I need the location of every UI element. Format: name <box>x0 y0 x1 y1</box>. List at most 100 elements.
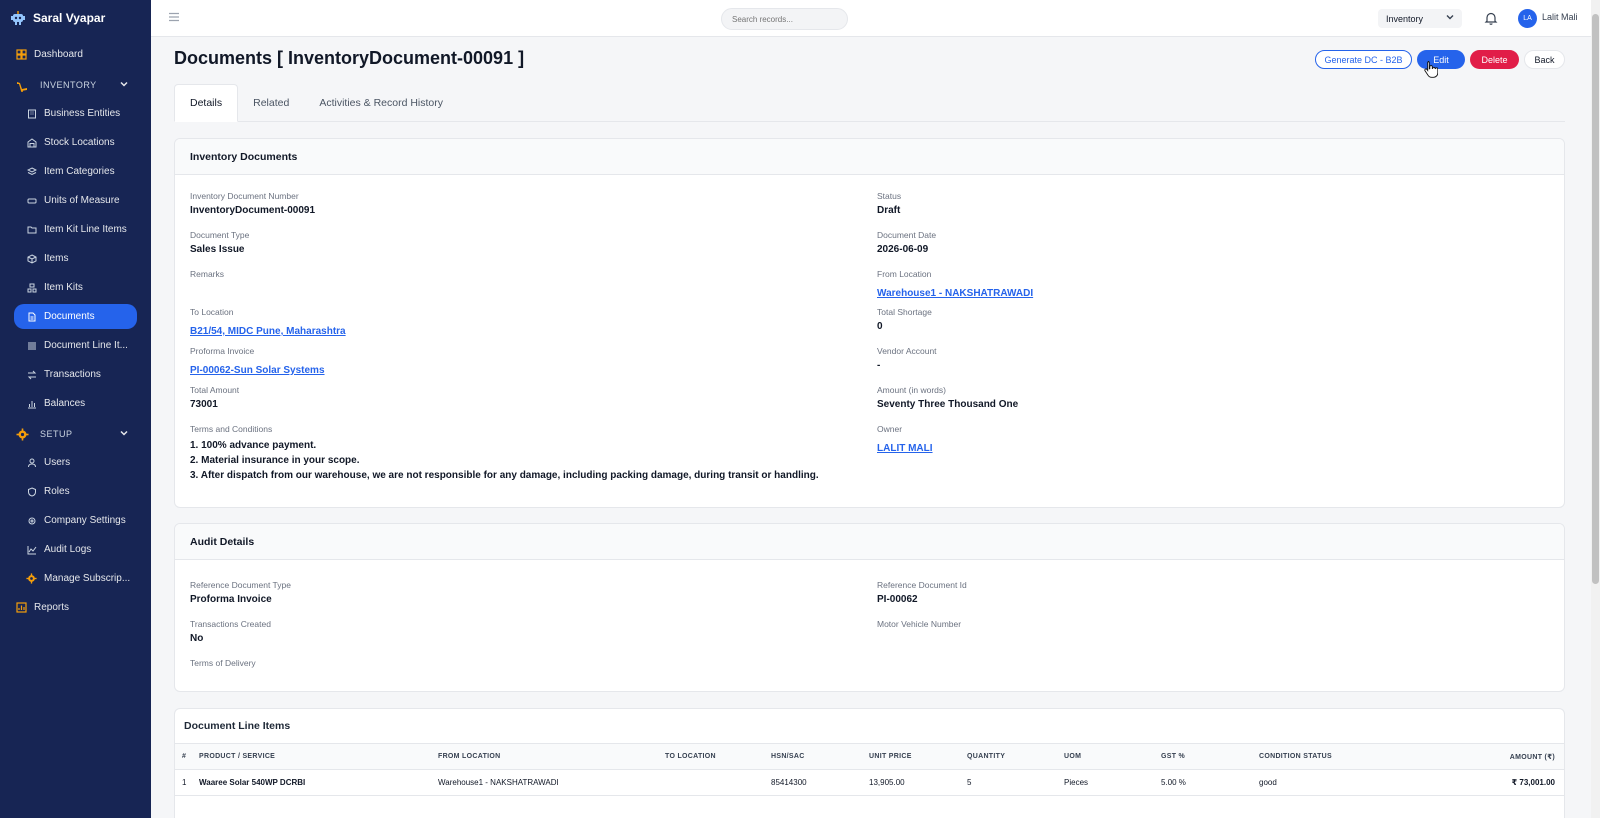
proforma-link[interactable]: PI-00062-Sun Solar Systems <box>190 365 325 376</box>
sidebar-item-stock-locations[interactable]: Stock Locations <box>14 130 137 155</box>
column-header[interactable]: QUANTITY <box>967 743 1064 770</box>
sidebar-item-manage-subscription[interactable]: Manage Subscrip... <box>14 566 137 591</box>
sidebar-item-label: Document Line It... <box>44 340 128 351</box>
tab-activities[interactable]: Activities & Record History <box>304 84 458 122</box>
field-label: Status <box>877 191 902 201</box>
field-proforma: Proforma Invoice PI-00062-Sun Solar Syst… <box>190 346 325 378</box>
field-vehicle: Motor Vehicle Number <box>877 619 961 633</box>
dashboard-icon <box>16 49 27 60</box>
field-value: Sales Issue <box>190 244 245 255</box>
field-label: Inventory Document Number <box>190 191 299 201</box>
page-scrollbar[interactable] <box>1591 0 1600 818</box>
robot-logo-icon <box>11 11 25 25</box>
column-header[interactable]: PRODUCT / SERVICE <box>199 743 438 770</box>
table-header-row: # PRODUCT / SERVICE FROM LOCATION TO LOC… <box>175 743 1564 770</box>
gear-icon <box>26 573 37 584</box>
terms-line: 3. After dispatch from our warehouse, we… <box>190 470 819 481</box>
ruler-icon <box>26 195 37 206</box>
line-items-card: Document Line Items # PRODUCT / SERVICE … <box>174 708 1565 818</box>
sidebar-section-setup[interactable]: SETUP <box>14 420 137 448</box>
sidebar-item-roles[interactable]: Roles <box>14 479 137 504</box>
hamburger-menu-icon[interactable] <box>168 11 180 23</box>
field-value: 73001 <box>190 399 218 410</box>
sidebar-item-balances[interactable]: Balances <box>14 391 137 416</box>
arrows-icon <box>26 369 37 380</box>
chevron-down-icon[interactable] <box>119 428 129 440</box>
username[interactable]: Lalit Mali <box>1542 12 1578 22</box>
tab-details[interactable]: Details <box>174 84 239 122</box>
delete-button[interactable]: Delete <box>1470 50 1519 69</box>
sidebar-item-label: Item Kit Line Items <box>44 224 127 235</box>
sidebar-item-reports[interactable]: Reports <box>14 595 137 620</box>
sidebar-item-label: Items <box>44 253 69 264</box>
column-header[interactable]: FROM LOCATION <box>438 743 665 770</box>
sidebar-item-documents[interactable]: Documents <box>14 304 137 329</box>
field-label: Total Shortage <box>877 307 932 317</box>
field-label: Reference Document Id <box>877 580 967 590</box>
sidebar-item-items[interactable]: Items <box>14 246 137 271</box>
section-label: SETUP <box>40 429 73 439</box>
sidebar-item-label: Audit Logs <box>44 544 92 555</box>
sidebar-item-label: Documents <box>44 311 95 322</box>
column-header[interactable]: AMOUNT (₹) <box>1409 743 1564 770</box>
field-doc-number: Inventory Document Number InventoryDocum… <box>190 191 315 216</box>
line-chart-icon <box>26 544 37 555</box>
column-header[interactable]: UNIT PRICE <box>869 743 967 770</box>
brand[interactable]: Saral Vyapar <box>0 0 151 36</box>
field-label: Transactions Created <box>190 619 271 629</box>
field-label: Reference Document Type <box>190 580 291 590</box>
avatar[interactable]: LA <box>1518 9 1537 28</box>
owner-link[interactable]: LALIT MALI <box>877 443 933 454</box>
inventory-icon <box>16 79 29 92</box>
sidebar-item-label: Roles <box>44 486 70 497</box>
back-button[interactable]: Back <box>1524 50 1565 69</box>
cell-num: 1 <box>175 769 199 796</box>
sidebar-item-users[interactable]: Users <box>14 450 137 475</box>
module-select[interactable]: Inventory <box>1378 9 1462 28</box>
from-location-link[interactable]: Warehouse1 - NAKSHATRAWADI <box>877 288 1033 299</box>
column-header[interactable]: TO LOCATION <box>665 743 771 770</box>
sidebar-item-label: Item Categories <box>44 166 115 177</box>
sidebar-item-audit-logs[interactable]: Audit Logs <box>14 537 137 562</box>
sidebar-item-label: Dashboard <box>34 49 83 60</box>
field-label: Document Date <box>877 230 937 240</box>
terms-line: 1. 100% advance payment. <box>190 440 317 451</box>
sidebar-item-units-of-measure[interactable]: Units of Measure <box>14 188 137 213</box>
column-header[interactable]: HSN/SAC <box>771 743 869 770</box>
table-row[interactable]: 1 Waaree Solar 540WP DCRBI Warehouse1 - … <box>175 769 1564 796</box>
tab-related[interactable]: Related <box>238 84 304 122</box>
field-total-amount: Total Amount 73001 <box>190 385 239 410</box>
layers-icon <box>26 166 37 177</box>
field-doc-date: Document Date 2026-06-09 <box>877 230 936 255</box>
column-header[interactable]: GST % <box>1161 743 1259 770</box>
sidebar-item-item-kit-line-items[interactable]: Item Kit Line Items <box>14 217 137 242</box>
scrollbar-thumb[interactable] <box>1592 14 1599 584</box>
sidebar-item-transactions[interactable]: Transactions <box>14 362 137 387</box>
bell-icon[interactable] <box>1484 11 1498 25</box>
sidebar-item-document-line-items[interactable]: Document Line It... <box>14 333 137 358</box>
generate-dc-button[interactable]: Generate DC - B2B <box>1315 50 1412 69</box>
search-input[interactable] <box>721 8 848 30</box>
gear-icon <box>16 428 29 441</box>
sidebar-item-company-settings[interactable]: Company Settings <box>14 508 137 533</box>
cell-from-location: Warehouse1 - NAKSHATRAWADI <box>438 769 665 796</box>
sidebar-item-item-kits[interactable]: Item Kits <box>14 275 137 300</box>
column-header[interactable]: CONDITION STATUS <box>1259 743 1409 770</box>
chevron-down-icon[interactable] <box>119 79 129 91</box>
sidebar-section-inventory[interactable]: INVENTORY <box>14 71 137 99</box>
sidebar-item-item-categories[interactable]: Item Categories <box>14 159 137 184</box>
sidebar-item-dashboard[interactable]: Dashboard <box>14 42 137 67</box>
sidebar-item-label: Stock Locations <box>44 137 115 148</box>
card-title: Document Line Items <box>184 720 291 732</box>
field-doc-type: Document Type Sales Issue <box>190 230 249 255</box>
column-header[interactable]: UOM <box>1064 743 1161 770</box>
page-title: Documents [ InventoryDocument-00091 ] <box>174 48 525 68</box>
building-icon <box>26 108 37 119</box>
field-value: - <box>877 360 881 371</box>
to-location-link[interactable]: B21/54, MIDC Pune, Maharashtra <box>190 326 346 337</box>
sidebar-item-business-entities[interactable]: Business Entities <box>14 101 137 126</box>
card-title: Audit Details <box>175 524 1564 560</box>
sidebar-item-label: Item Kits <box>44 282 83 293</box>
cell-gst: 5.00 % <box>1161 769 1259 796</box>
cell-unit-price: 13,905.00 <box>869 769 967 796</box>
